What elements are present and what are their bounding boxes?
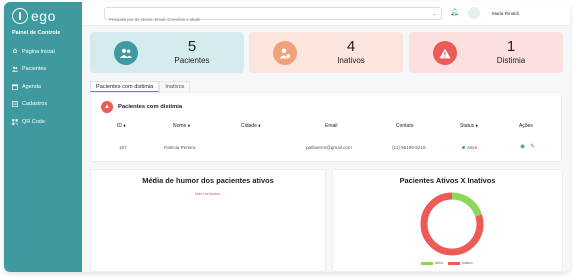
warning-icon: ▲ xyxy=(101,101,113,113)
bell-icon[interactable]: 🔔︎ xyxy=(450,9,459,17)
legend-item-inativo[interactable]: Inativo xyxy=(448,261,473,265)
sidebar-item-pagina-inicial[interactable]: ✿ Página Inicial xyxy=(12,43,55,61)
eye-icon[interactable]: ◉ xyxy=(520,143,525,150)
cell-status: Ativo xyxy=(462,145,477,150)
mood-panel-title: Média de humor dos pacientes ativos xyxy=(142,176,274,185)
chart-legend: Ativo Inativo xyxy=(421,261,473,265)
sidebar-item-label: Agenda xyxy=(22,83,41,90)
cell-id: 157 xyxy=(119,145,127,150)
panel-header: ▲ Pacientes com distimia xyxy=(101,101,182,113)
column-header-contato: Contato xyxy=(396,123,414,129)
column-header-id[interactable]: ID ⬧ xyxy=(117,123,126,129)
logo-mark-icon xyxy=(12,8,28,24)
sidebar-item-label: QR Code xyxy=(22,118,45,125)
column-header-status[interactable]: Status ⬧ xyxy=(460,123,478,129)
column-header-email: Email xyxy=(325,123,338,129)
cell-nome: Patricia Pereira xyxy=(164,145,196,150)
status-dot-icon xyxy=(462,146,465,150)
logo[interactable]: ego xyxy=(12,8,56,24)
tabs: Pacientes com distimia Inativos xyxy=(90,81,191,92)
sidebar-item-qr-code[interactable]: QR Code xyxy=(12,113,55,131)
distimia-table-panel: ▲ Pacientes com distimia ID ⬧ Nome ⬧ Cid… xyxy=(90,92,562,162)
sidebar-item-label: Página Inicial xyxy=(22,48,55,55)
chevron-down-icon[interactable]: ⌄ xyxy=(430,9,439,18)
column-header-acoes: Ações xyxy=(519,123,533,129)
pie-panel: Pacientes Ativos X Inativos Ativo Inativo xyxy=(332,169,563,272)
sidebar-item-cadastros[interactable]: Cadastros xyxy=(12,96,55,114)
tab-pacientes-com-distimia[interactable]: Pacientes com distimia xyxy=(90,81,160,92)
tab-inativos[interactable]: Inativos xyxy=(159,81,191,92)
mood-panel: Média de humor dos pacientes ativos Não … xyxy=(90,169,326,272)
calendar-icon xyxy=(12,84,18,90)
cell-contato: (11) 95196-5216 xyxy=(392,145,426,150)
stat-card-inativos: 4 Inativos xyxy=(249,32,403,73)
legend-item-ativo[interactable]: Ativo xyxy=(421,261,443,265)
avatar[interactable] xyxy=(468,7,480,19)
legend-swatch xyxy=(448,261,460,265)
pie-panel-title: Pacientes Ativos X Inativos xyxy=(399,176,496,185)
search-input[interactable] xyxy=(105,14,425,25)
qrcode-icon xyxy=(12,118,18,125)
column-header-nome[interactable]: Nome ⬧ xyxy=(173,123,190,129)
pencil-icon[interactable]: ✎ xyxy=(530,143,535,150)
logo-text: ego xyxy=(31,8,56,24)
user-name[interactable]: Maria Rinaldi xyxy=(492,11,519,16)
legend-swatch xyxy=(421,261,433,265)
stat-value: 1 xyxy=(506,38,516,55)
stat-label: Distimia xyxy=(496,56,526,65)
legend-label: Ativo xyxy=(435,261,443,265)
stat-value: 4 xyxy=(346,38,356,55)
status-badge: Ativo xyxy=(467,145,478,150)
top-header: ⌄ 🔔︎ ◦ Maria Rinaldi xyxy=(82,2,570,26)
users-icon xyxy=(12,66,18,72)
gear-icon: ✿ xyxy=(12,48,18,55)
stat-card-distimia: 1 Distimia xyxy=(409,32,563,73)
legend-label: Inativo xyxy=(462,261,473,265)
search-box: ⌄ xyxy=(104,7,442,25)
panel-title: Pacientes com distimia xyxy=(118,104,183,110)
cell-email: patibarvm@gmail.com xyxy=(306,145,352,150)
stat-label: Pacientes xyxy=(174,56,210,65)
sidebar-item-pacientes[interactable]: Pacientes xyxy=(12,61,55,79)
form-icon xyxy=(12,101,18,108)
donut-chart xyxy=(420,192,484,256)
stat-value: 5 xyxy=(187,38,197,55)
stat-card-pacientes: 5 Pacientes xyxy=(90,32,244,73)
sidebar-item-agenda[interactable]: Agenda xyxy=(12,78,55,96)
sidebar-item-label: Cadastros xyxy=(22,101,48,108)
warning-icon xyxy=(433,41,457,65)
column-header-cidade[interactable]: Cidade ⬧ xyxy=(241,123,260,129)
notification-indicator-icon: ◦ xyxy=(459,11,461,16)
users-icon xyxy=(114,41,138,65)
sidebar-title: Painel de Controle xyxy=(12,30,61,36)
app-window: ego Painel de Controle ✿ Página Inicial … xyxy=(4,2,570,272)
sidebar-nav: ✿ Página Inicial Pacientes Agenda Cadast… xyxy=(12,43,55,131)
stat-label: Inativos xyxy=(337,56,365,65)
empty-state-text: Não há dados. xyxy=(194,191,222,196)
sidebar: ego Painel de Controle ✿ Página Inicial … xyxy=(4,2,82,272)
sidebar-item-label: Pacientes xyxy=(22,66,47,73)
user-inactive-icon xyxy=(273,41,297,65)
